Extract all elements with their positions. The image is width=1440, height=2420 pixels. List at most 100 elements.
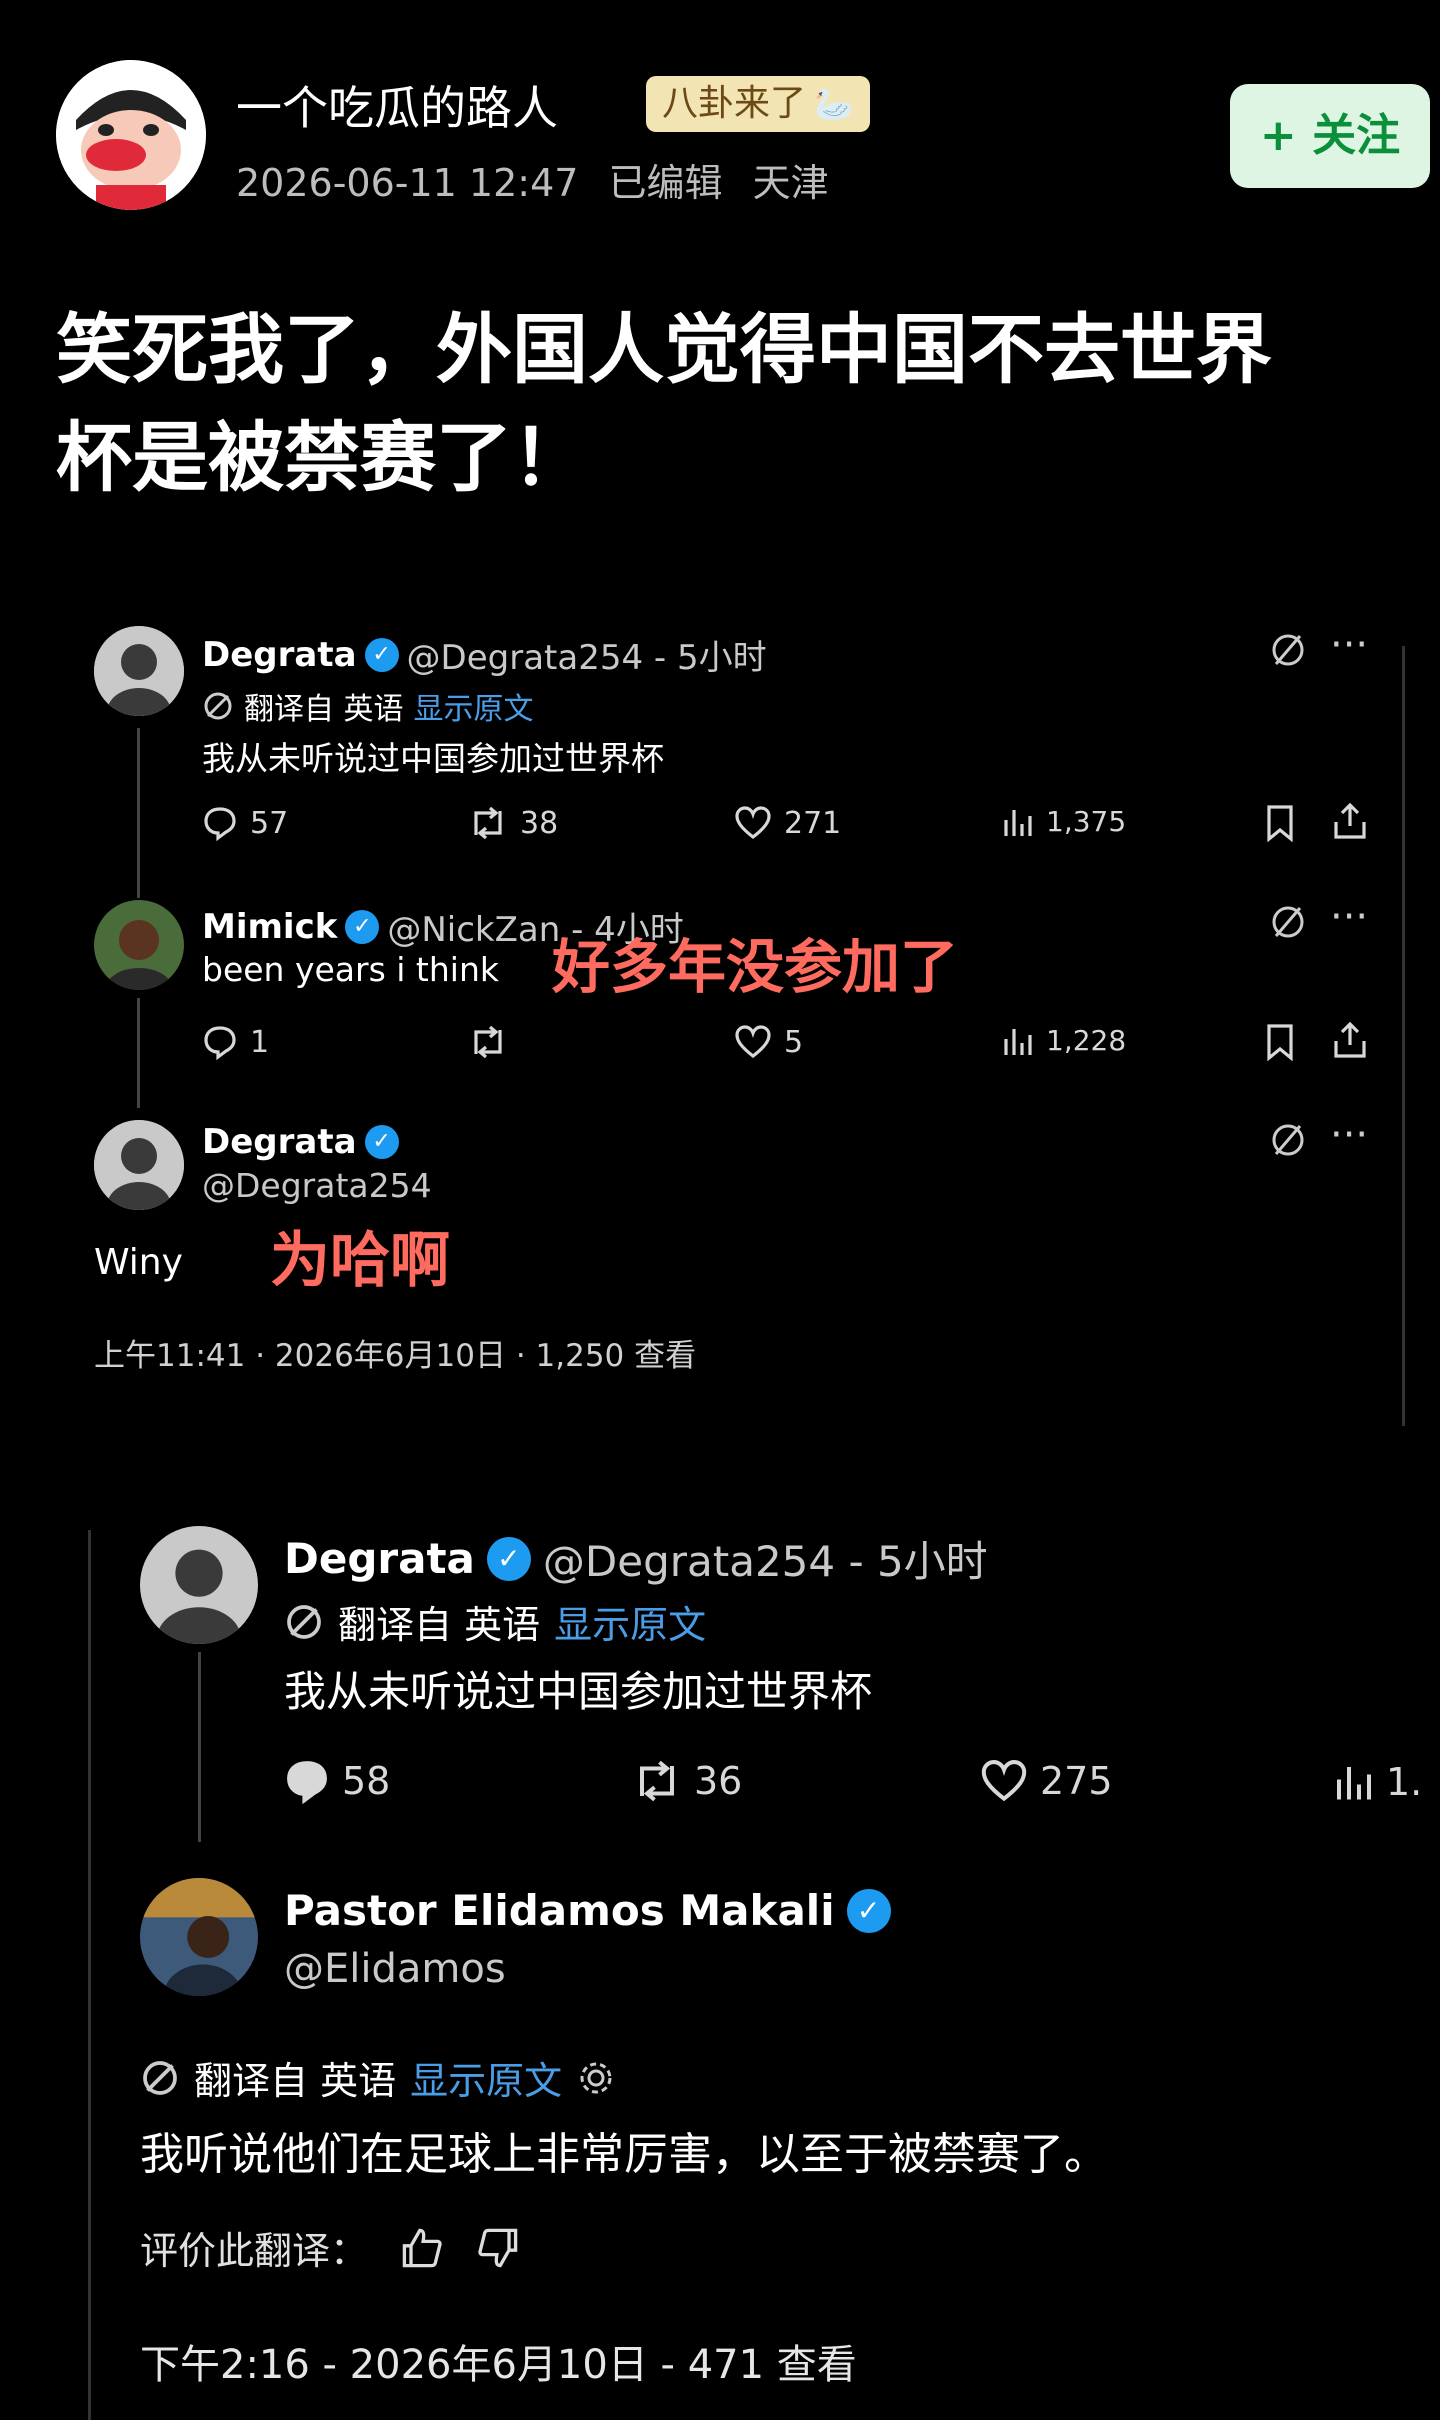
post-title: 笑死我了，外国人觉得中国不去世界 杯是被禁赛了！ [56, 296, 1272, 512]
thumbs-up-icon[interactable] [400, 2226, 444, 2270]
screenshot-1-right-border [1402, 646, 1405, 1426]
verified-badge-icon: ✓ [345, 909, 380, 944]
tweet-text: 我从未听说过中国参加过世界杯 [202, 739, 664, 778]
views-count: 1. [1386, 1760, 1423, 1804]
share-icon[interactable] [1332, 1021, 1368, 1063]
bookmark-icon[interactable] [1264, 804, 1296, 846]
translate-icon [204, 692, 232, 720]
tweet-avatar[interactable] [140, 1878, 258, 1996]
reply-button[interactable]: 57 [202, 805, 288, 841]
thumbs-down-icon[interactable] [476, 2226, 520, 2270]
follow-button[interactable]: + 关注 [1230, 84, 1430, 188]
views-count: 1,375 [1046, 805, 1127, 838]
rate-translation-row: 评价此翻译： [140, 2220, 520, 2275]
tweet-author-name[interactable]: Mimick [202, 907, 337, 947]
translated-from-label: 翻译自 英语 [244, 692, 404, 727]
views-count: 1,228 [1046, 1024, 1127, 1057]
views-button[interactable]: 1,375 [1002, 805, 1126, 838]
tweet-avatar[interactable] [94, 1120, 184, 1210]
retweet-icon [640, 1760, 674, 1802]
post-time: 2026-06-11 12:47 [236, 161, 579, 205]
tweet-text: 我从未听说过中国参加过世界杯 [284, 1667, 873, 1716]
tweet-avatar[interactable] [94, 626, 184, 716]
tweet-author-name[interactable]: Pastor Elidamos Makali [284, 1886, 835, 1935]
thread-line [137, 998, 140, 1108]
retweet-button[interactable]: 36 [632, 1758, 742, 1804]
person-photo-icon [140, 1526, 258, 1644]
reply-icon [204, 1026, 236, 1060]
like-button[interactable]: 275 [980, 1758, 1113, 1804]
post-location: 天津 [752, 161, 829, 205]
verified-badge-icon: ✓ [486, 1536, 531, 1581]
show-original-link[interactable]: 显示原文 [414, 684, 534, 728]
heart-icon [981, 1760, 1027, 1802]
translated-from-label: 翻译自 英语 [194, 2059, 397, 2103]
heart-icon [735, 1025, 771, 1059]
author-badge: 八卦来了 🦢 [646, 76, 870, 132]
share-icon[interactable] [1332, 802, 1368, 844]
more-options-icon[interactable]: ··· [1330, 1112, 1368, 1158]
show-original-link[interactable]: 显示原文 [554, 1594, 706, 1649]
tweet-text: been years i think [202, 950, 499, 989]
grok-icon[interactable] [1268, 902, 1308, 946]
tweet-text: Winy [94, 1242, 183, 1283]
tweet-footer: 上午11:41 · 2026年6月10日 · 1,250 查看 [94, 1338, 697, 1374]
like-button[interactable]: 5 [734, 1024, 803, 1060]
more-options-icon[interactable]: ··· [1330, 894, 1368, 940]
reply-count: 58 [342, 1759, 391, 1803]
reply-button[interactable]: 1 [202, 1024, 269, 1060]
show-original-link[interactable]: 显示原文 [410, 2050, 562, 2105]
post-meta: 2026-06-11 12:47 已编辑 天津 [236, 152, 829, 207]
retweet-count: 38 [520, 805, 559, 841]
heart-icon [735, 806, 771, 840]
rate-translation-label: 评价此翻译： [140, 2229, 369, 2273]
post-title-line1: 笑死我了，外国人觉得中国不去世界 [56, 305, 1272, 394]
retweet-button[interactable] [468, 1024, 520, 1060]
screenshot-2-left-border [88, 1530, 91, 2420]
screenshot-1: Degrata ✓ @Degrata254 - 5小时 翻译自 英语 显示原文 … [0, 600, 1440, 1426]
person-photo-icon [94, 1120, 184, 1210]
more-options-icon[interactable]: ··· [1330, 622, 1368, 668]
tweet-author-name[interactable]: Degrata [284, 1534, 475, 1583]
verified-badge-icon: ✓ [364, 637, 399, 672]
tweet-author-name[interactable]: Degrata [202, 1122, 357, 1162]
tweet-handle[interactable]: @Degrata254 - 5小时 [543, 1528, 988, 1589]
views-bar-chart-icon [1004, 809, 1032, 836]
tweet-handle[interactable]: @Degrata254 [202, 1166, 432, 1205]
author-avatar[interactable] [56, 60, 206, 210]
like-button[interactable]: 271 [734, 805, 841, 841]
like-count: 275 [1040, 1759, 1113, 1803]
bookmark-icon[interactable] [1264, 1023, 1296, 1065]
person-photo-icon [94, 900, 184, 990]
grok-icon[interactable] [1268, 1120, 1308, 1164]
translate-icon [287, 1604, 321, 1639]
chinese-overlay-caption: 为哈啊 [270, 1226, 450, 1296]
views-bar-chart-icon [1004, 1028, 1032, 1055]
author-name[interactable]: 一个吃瓜的路人 [236, 72, 558, 138]
reply-count: 1 [250, 1024, 270, 1060]
tweet-footer: 下午2:16 - 2026年6月10日 - 471 查看 [140, 2342, 857, 2388]
tweet-header: Degrata ✓ [202, 1122, 407, 1162]
tweet-avatar[interactable] [94, 900, 184, 990]
like-count: 271 [784, 805, 842, 841]
translation-row: 翻译自 英语 显示原文 [284, 1594, 706, 1649]
reply-icon [204, 807, 236, 841]
edited-label: 已编辑 [608, 161, 723, 205]
settings-gear-icon[interactable] [576, 2058, 616, 2098]
tweet-author-name[interactable]: Degrata [202, 635, 357, 675]
retweet-button[interactable]: 38 [468, 805, 558, 841]
grok-icon[interactable] [1268, 630, 1308, 674]
chinese-overlay-caption: 好多年没参加了 [552, 933, 959, 1001]
verified-badge-icon: ✓ [364, 1125, 399, 1159]
post-title-line2: 杯是被禁赛了！ [56, 413, 588, 502]
views-button[interactable]: 1,228 [1002, 1024, 1126, 1057]
reply-button[interactable]: 58 [284, 1758, 390, 1804]
views-button[interactable]: 1. [1334, 1760, 1422, 1804]
tweet-handle[interactable]: @Degrata254 - 5小时 [407, 630, 767, 679]
thread-line [198, 1652, 201, 1842]
tweet-avatar[interactable] [140, 1526, 258, 1644]
tweet-handle[interactable]: @Elidamos [284, 1946, 506, 1992]
translation-row: 翻译自 英语 显示原文 [140, 2050, 616, 2105]
retweet-icon [474, 806, 502, 840]
tweet-text: 我听说他们在足球上非常厉害，以至于被禁赛了。 [140, 2129, 1108, 2180]
